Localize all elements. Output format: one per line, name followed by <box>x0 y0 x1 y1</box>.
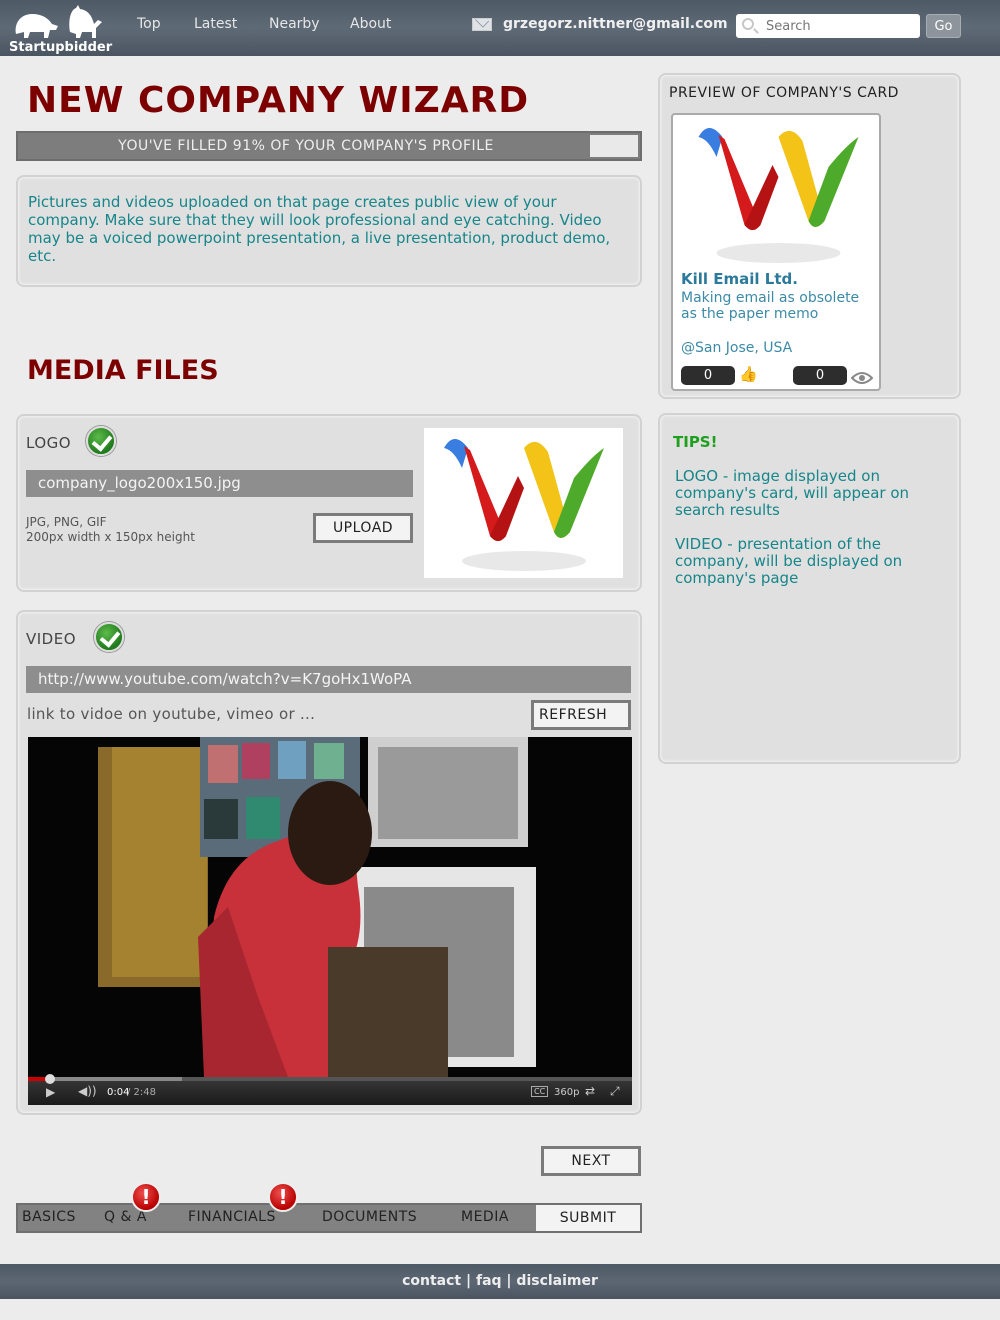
profile-progress-bar: YOU'VE FILLED 91% OF YOUR COMPANY'S PROF… <box>16 131 642 161</box>
company-description: Making email as obsolete as the paper me… <box>681 290 860 322</box>
seek-bar[interactable] <box>28 1074 632 1084</box>
footer-separator: | <box>506 1273 512 1289</box>
logo-dimensions: 200px width x 150px height <box>26 530 195 544</box>
nav-latest[interactable]: Latest <box>194 16 237 32</box>
warning-icon: ! <box>131 1182 161 1212</box>
progress-remaining <box>590 135 638 157</box>
user-email[interactable]: grzegorz.nittner@gmail.com <box>503 16 728 32</box>
search-icon <box>742 18 754 30</box>
nav-nearby[interactable]: Nearby <box>269 16 320 32</box>
warning-icon: ! <box>268 1182 298 1212</box>
quality-selector[interactable]: 360p <box>554 1087 579 1098</box>
tab-basics[interactable]: BASICS <box>22 1209 76 1225</box>
logo-formats: JPG, PNG, GIF <box>26 515 107 529</box>
go-button[interactable]: Go <box>926 14 961 38</box>
fullscreen-icon[interactable]: ⤢ <box>610 1084 620 1099</box>
footer-contact[interactable]: contact <box>402 1273 461 1289</box>
nav-about[interactable]: About <box>350 16 391 32</box>
company-card[interactable]: Kill Email Ltd. Making email as obsolete… <box>671 113 881 391</box>
seek-handle[interactable] <box>45 1074 55 1084</box>
intro-panel: Pictures and videos uploaded on that pag… <box>16 175 642 287</box>
wave-logo-icon <box>444 439 604 571</box>
logo-filename-field[interactable]: company_logo200x150.jpg <box>26 470 413 497</box>
play-icon[interactable]: ▶ <box>46 1085 55 1099</box>
eye-icon <box>851 372 873 384</box>
upload-button[interactable]: UPLOAD <box>313 513 413 543</box>
preview-title: PREVIEW OF COMPANY'S CARD <box>669 85 899 101</box>
nav-top[interactable]: Top <box>137 16 161 32</box>
logo-label: LOGO <box>26 434 72 452</box>
vote-count: 0 <box>681 366 735 385</box>
player-controls: ▶ ◀)) 0:04 / 2:48 CC 360p ⇄ ⤢ <box>28 1074 632 1105</box>
company-name[interactable]: Kill Email Ltd. <box>681 270 798 288</box>
tips-panel: TIPS! LOGO - image displayed on company'… <box>658 413 961 764</box>
video-url-field[interactable]: http://www.youtube.com/watch?v=K7goHx1Wo… <box>26 666 631 693</box>
progress-label: YOU'VE FILLED 91% OF YOUR COMPANY'S PROF… <box>118 138 494 154</box>
refresh-button[interactable]: REFRESH <box>531 700 631 730</box>
video-panel: VIDEO http://www.youtube.com/watch?v=K7g… <box>16 610 642 1115</box>
company-logo <box>698 128 859 263</box>
footer-disclaimer[interactable]: disclaimer <box>516 1273 597 1289</box>
mail-icon <box>472 18 492 31</box>
check-icon <box>86 426 116 456</box>
tip-logo: LOGO - image displayed on company's card… <box>675 467 910 519</box>
logo-panel: LOGO company_logo200x150.jpg JPG, PNG, G… <box>16 414 642 592</box>
tab-submit[interactable]: SUBMIT <box>536 1205 640 1231</box>
thumbs-up-icon[interactable]: 👍 <box>739 365 758 383</box>
tab-documents[interactable]: DOCUMENTS <box>322 1209 417 1225</box>
card-preview-panel: PREVIEW OF COMPANY'S CARD Kill Email Ltd… <box>658 73 961 399</box>
tab-financials[interactable]: FINANCIALS <box>188 1209 276 1225</box>
logo-preview-image <box>424 428 623 578</box>
footer-separator: | <box>465 1273 472 1289</box>
tips-title: TIPS! <box>673 433 718 451</box>
video-frame <box>28 737 632 1077</box>
check-icon <box>94 622 124 652</box>
bears-icon <box>15 5 102 38</box>
wizard-tabs: BASICS Q & A FINANCIALS DOCUMENTS MEDIA … <box>16 1203 642 1233</box>
search-box[interactable] <box>736 14 920 38</box>
next-button[interactable]: NEXT <box>541 1146 641 1176</box>
company-location: @San Jose, USA <box>681 340 793 356</box>
view-count: 0 <box>793 366 847 385</box>
popout-icon[interactable]: ⇄ <box>585 1084 595 1098</box>
top-bar: Startupbidder Top Latest Nearby About gr… <box>0 0 1000 56</box>
volume-icon[interactable]: ◀)) <box>78 1084 97 1098</box>
video-time-total: / 2:48 <box>127 1087 157 1098</box>
footer: contact | faq | disclaimer <box>0 1264 1000 1299</box>
tab-qa[interactable]: Q & A <box>104 1209 147 1225</box>
footer-faq[interactable]: faq <box>476 1273 502 1289</box>
tab-media[interactable]: MEDIA <box>461 1209 509 1225</box>
video-label: VIDEO <box>26 630 77 648</box>
brand-name: Startupbidder <box>9 40 113 55</box>
video-hint: link to vidoe on youtube, vimeo or ... <box>27 705 316 723</box>
page-title: NEW COMPANY WIZARD <box>27 80 530 121</box>
captions-icon[interactable]: CC <box>531 1086 549 1097</box>
brand-logo[interactable]: Startupbidder <box>8 2 112 55</box>
video-player[interactable]: ▶ ◀)) 0:04 / 2:48 CC 360p ⇄ ⤢ <box>28 737 632 1105</box>
intro-text: Pictures and videos uploaded on that pag… <box>28 193 611 265</box>
tip-video: VIDEO - presentation of the company, wil… <box>675 535 903 587</box>
search-input[interactable] <box>766 16 916 36</box>
section-title: MEDIA FILES <box>27 355 219 386</box>
